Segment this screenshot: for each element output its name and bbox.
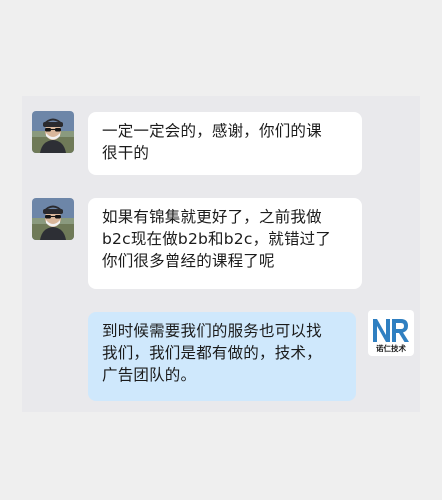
sender-avatar[interactable] (32, 111, 74, 153)
message-line: 广告团队的。 (102, 366, 197, 384)
avatar-photo-icon (32, 198, 74, 240)
sender-avatar[interactable] (32, 198, 74, 240)
message-line: 如果有锦集就更好了，之前我做 (102, 208, 322, 226)
message-bubble-outgoing[interactable]: 到时候需要我们的服务也可以找 我们，我们是都有做的，技术， 广告团队的。 (88, 312, 356, 401)
message-bubble-incoming[interactable]: 如果有锦集就更好了，之前我做 b2c现在做b2b和b2c，就错过了 你们很多曾经… (88, 198, 362, 289)
message-line: 很干的 (102, 144, 150, 162)
message-line: b2c现在做b2b和b2c，就错过了 (102, 230, 332, 248)
avatar-photo-icon (32, 111, 74, 153)
message-line: 一定一定会的，感谢，你们的课 (102, 122, 322, 140)
message-bubble-incoming[interactable]: 一定一定会的，感谢，你们的课 很干的 (88, 112, 362, 175)
message-line: 我们，我们是都有做的，技术， (102, 344, 322, 362)
message-line: 到时候需要我们的服务也可以找 (102, 322, 322, 340)
logo-caption: 诺仁技术 (376, 344, 406, 353)
message-line: 你们很多曾经的课程了呢 (102, 252, 275, 270)
company-logo-avatar[interactable]: 诺仁技术 (368, 310, 414, 356)
